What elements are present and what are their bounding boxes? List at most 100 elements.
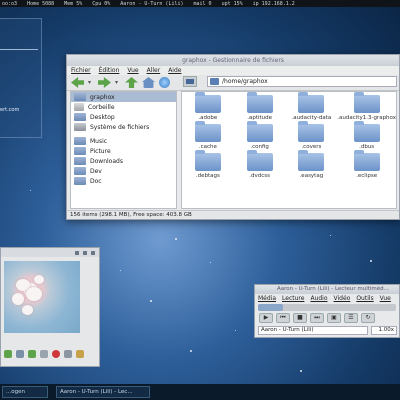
image-icon[interactable] [16,350,24,358]
background-window[interactable]: ert.com [0,18,42,138]
menu-audio[interactable]: Audio [310,294,327,303]
next-icon[interactable]: ⏭ [310,313,324,323]
fullscreen-icon[interactable]: ▣ [327,313,341,323]
minimize-icon[interactable] [75,250,79,255]
menu-media[interactable]: Média [258,294,276,303]
playback-controls: ▶ ⏮ ■ ⏭ ▣ ☰ ↻ [255,312,399,324]
folder-icon [194,121,221,142]
file-name: .eclipse [356,173,378,179]
menu-video[interactable]: Vidéo [334,294,351,303]
file-item[interactable]: .config [234,121,286,153]
file-item[interactable]: .cache [182,121,234,153]
sidebar-item-filesystem[interactable]: Système de fichiers [71,122,176,132]
previous-icon[interactable]: ⏮ [276,313,290,323]
status-item: mail 0 [193,0,212,7]
media-player-window[interactable]: Aaron - U-Turn (Lili) - Lecteur multiméd… [254,284,400,338]
folder-icon [74,177,86,185]
seek-slider[interactable] [258,304,396,311]
sidebar-item-label: Doc [90,177,102,185]
menu-view[interactable]: Vue [127,66,138,75]
status-bar: oo:o3 Home 5088 Mem 5% Cpu 0% Aaron - U-… [0,0,400,7]
delete-icon[interactable] [52,350,60,358]
folder-icon [246,92,273,113]
menu-help[interactable]: Aide [168,66,181,75]
home-icon[interactable] [142,77,155,88]
chevron-down-icon[interactable]: ▾ [115,79,121,86]
menu-bar: Média Lecture Audio Vidéo Outils Vue [255,294,399,303]
sidebar-item-graphox[interactable]: graphox [71,92,176,102]
sidebar-item-label: Dev [90,167,102,175]
image-viewer-window[interactable] [0,247,100,367]
folder-icon [74,113,86,121]
close-icon[interactable] [91,250,95,255]
chevron-down-icon[interactable]: ▾ [88,79,94,86]
file-item[interactable]: .aptitude [234,92,286,124]
sidebar-item-doc[interactable]: Doc [71,176,176,186]
sidebar-item-label: Système de fichiers [90,123,150,131]
file-item[interactable]: .audacity-data [286,92,338,124]
file-item[interactable]: .covers [286,121,338,153]
sidebar-item-downloads[interactable]: Downloads [71,156,176,166]
sidebar-item-picture[interactable]: Picture [71,146,176,156]
track-info: Aaron - U-Turn (Lili) [258,326,368,335]
home-folder-icon [74,93,86,101]
folder-icon [74,167,86,175]
playback-speed[interactable]: 1.00x [371,326,397,335]
window-titlebar [1,248,99,257]
sidebar-item-label: Desktop [90,113,115,121]
loop-icon[interactable]: ↻ [361,313,375,323]
maximize-icon[interactable] [83,250,87,255]
drive-icon [74,123,86,131]
status-item: oo:o3 [2,0,18,7]
sidebar-item-desktop[interactable]: Desktop [71,112,176,122]
folder-icon [353,121,380,142]
places-sidebar: graphox Corbeille Desktop Système de fic… [70,91,177,209]
file-item[interactable]: .audacity1.3-graphox [337,92,396,124]
menu-view[interactable]: Vue [380,294,391,303]
sidebar-item-music[interactable]: Music [71,136,176,146]
status-item: Aaron - U-Turn (Lili) [120,0,184,7]
file-name: .debtags [195,173,220,179]
back-arrow-icon[interactable] [71,77,84,88]
file-item[interactable]: .dvdcss [234,150,286,182]
up-arrow-icon[interactable] [125,77,138,88]
menu-edit[interactable]: Édition [99,66,120,75]
taskbar-item[interactable]: Aaron - U-Turn (Lili) - Lec... [56,386,150,398]
file-item[interactable]: .adobe [182,92,234,124]
file-grid: .adobe .aptitude .audacity-data .audacit… [181,91,397,209]
edit-icon[interactable] [76,350,84,358]
taskbar: ...ogen Aaron - U-Turn (Lili) - Lec... [0,384,400,400]
next-icon[interactable] [28,350,36,358]
folder-icon [353,150,380,171]
sidebar-item-trash[interactable]: Corbeille [71,102,176,112]
trash-icon [74,103,84,111]
path-toggle-button[interactable] [183,76,197,87]
file-item[interactable]: .easytag [286,150,338,182]
sidebar-item-dev[interactable]: Dev [71,166,176,176]
network-icon[interactable] [159,77,170,88]
play-icon[interactable]: ▶ [259,313,273,323]
menu-file[interactable]: Fichier [71,66,91,75]
window-title: graphox - Gestionnaire de fichiers [67,55,399,66]
window-text: ert.com [0,107,20,113]
prev-icon[interactable] [4,350,12,358]
menu-tools[interactable]: Outils [356,294,373,303]
playlist-icon[interactable]: ☰ [344,313,358,323]
status-text: 156 items (298.1 MB), Free space: 403.8 … [67,210,399,219]
file-item[interactable]: .dbus [337,121,396,153]
fullscreen-icon[interactable] [64,350,72,358]
folder-icon [194,92,221,113]
stop-icon[interactable]: ■ [293,313,307,323]
sidebar-item-label: Picture [90,147,111,155]
forward-arrow-icon[interactable] [98,77,111,88]
file-item[interactable]: .eclipse [337,150,396,182]
taskbar-item[interactable]: ...ogen [2,386,48,398]
file-manager-window[interactable]: graphox - Gestionnaire de fichiers Fichi… [66,54,400,220]
location-bar[interactable]: /home/graphox [207,76,397,87]
rotate-icon[interactable] [40,350,48,358]
seek-progress [258,304,283,311]
folder-icon [74,137,86,145]
file-item[interactable]: .debtags [182,150,234,182]
menu-go[interactable]: Aller [147,66,161,75]
menu-playback[interactable]: Lecture [282,294,304,303]
